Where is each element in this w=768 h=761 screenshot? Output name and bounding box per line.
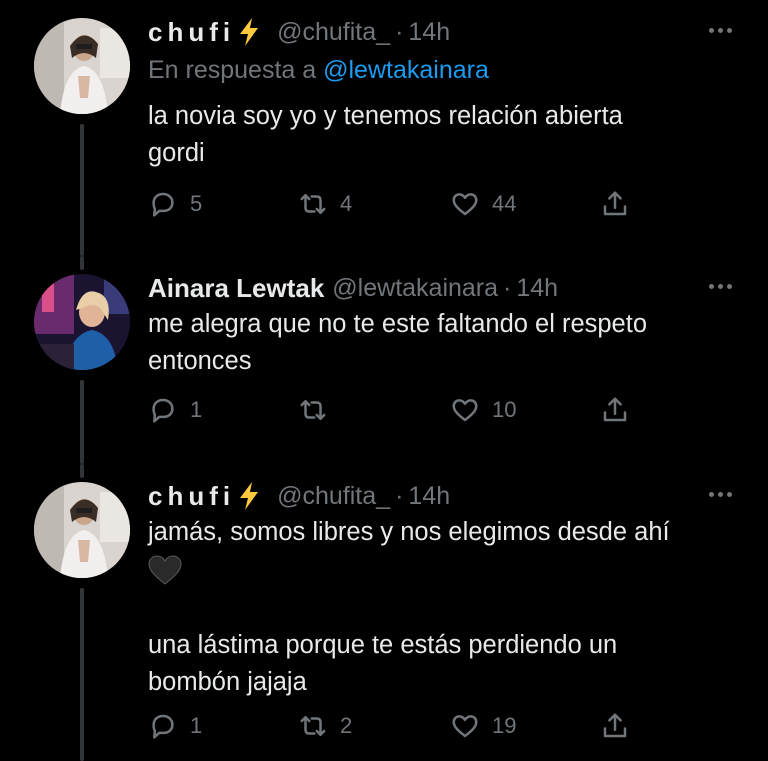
tweet-text-line: entonces <box>148 347 252 375</box>
like-count: 19 <box>492 713 517 738</box>
more-icon[interactable] <box>709 28 732 33</box>
tweet-1[interactable]: chufi @chufita_ · 14h En respuesta a @le… <box>0 0 768 256</box>
thread-line <box>80 380 84 464</box>
thread-line <box>80 256 84 270</box>
tweet-text: la novia soy yo y tenemos relación abier… <box>148 98 738 172</box>
like-icon <box>452 715 478 738</box>
thread-line <box>80 464 84 478</box>
reply-context: En respuesta a @lewtakainara <box>148 56 489 85</box>
tweet-actions: 5 4 44 <box>148 184 648 224</box>
tweet-text: jamás, somos libres y nos elegimos desde… <box>148 514 738 701</box>
share-icon <box>603 397 627 422</box>
share-icon <box>603 713 627 738</box>
like-icon <box>452 193 478 216</box>
tweet-header: Ainara Lewtak @lewtakainara · 14h <box>148 270 558 306</box>
like-button[interactable]: 19 <box>450 706 516 746</box>
tweet-text-line: gordi <box>148 139 205 167</box>
lightning-bolt-emoji-icon <box>237 481 261 511</box>
separator-dot: · <box>395 17 404 46</box>
tweet-text-line: la novia soy yo y tenemos relación abier… <box>148 102 623 130</box>
separator-dot: · <box>395 481 404 510</box>
reply-button[interactable]: 1 <box>148 706 202 746</box>
lightning-bolt-emoji-icon <box>237 17 261 47</box>
avatar-image <box>34 482 130 578</box>
avatar-image <box>34 18 130 114</box>
avatar[interactable] <box>34 482 130 578</box>
share-icon <box>603 191 627 216</box>
thread-line <box>80 124 84 256</box>
user-handle[interactable]: @chufita_ <box>277 18 390 47</box>
display-name[interactable]: Ainara Lewtak <box>148 273 324 304</box>
share-button[interactable] <box>600 184 630 224</box>
timestamp[interactable]: 14h <box>408 18 450 47</box>
reply-button[interactable]: 1 <box>148 390 202 430</box>
share-button[interactable] <box>600 390 630 430</box>
reply-icon <box>152 192 174 217</box>
tweet-actions: 1 10 <box>148 390 648 430</box>
user-handle[interactable]: @chufita_ <box>277 482 390 511</box>
retweet-button[interactable] <box>298 390 340 430</box>
tweet-header: chufi @chufita_ · 14h <box>148 478 450 514</box>
user-handle[interactable]: @lewtakainara <box>332 274 498 303</box>
separator-dot: · <box>503 273 512 302</box>
reply-button[interactable]: 5 <box>148 184 202 224</box>
reply-icon <box>152 714 174 739</box>
retweet-button[interactable]: 2 <box>298 706 352 746</box>
avatar[interactable] <box>34 274 130 370</box>
retweet-icon <box>300 716 326 736</box>
avatar-image <box>34 274 130 370</box>
tweet-actions: 1 2 19 <box>148 706 648 746</box>
tweet-header: chufi @chufita_ · 14h <box>148 14 450 50</box>
tweet-3[interactable]: chufi @chufita_ · 14h jamás, somos libre… <box>0 464 768 761</box>
more-icon[interactable] <box>709 284 732 289</box>
tweet-text: me alegra que no te este faltando el res… <box>148 306 738 380</box>
reply-count: 1 <box>190 397 203 422</box>
retweet-count: 4 <box>340 191 353 216</box>
reply-mention-link[interactable]: @lewtakainara <box>323 56 489 84</box>
thread-line <box>80 588 84 761</box>
tweet-2[interactable]: Ainara Lewtak @lewtakainara · 14h me ale… <box>0 256 768 464</box>
tweet-text-line: una lástima porque te estás perdiendo un <box>148 631 618 659</box>
like-count: 44 <box>492 191 517 216</box>
retweet-count: 2 <box>340 713 353 738</box>
tweet-text-line: jamás, somos libres y nos elegimos desde… <box>148 518 670 546</box>
retweet-icon <box>300 194 326 214</box>
display-name[interactable]: chufi <box>148 17 235 48</box>
retweet-icon <box>300 400 326 420</box>
like-icon <box>452 399 478 422</box>
share-button[interactable] <box>600 706 630 746</box>
like-button[interactable]: 10 <box>450 390 516 430</box>
tweet-text-line: me alegra que no te este faltando el res… <box>148 310 648 338</box>
timestamp[interactable]: 14h <box>408 482 450 511</box>
display-name[interactable]: chufi <box>148 481 235 512</box>
retweet-button[interactable]: 4 <box>298 184 352 224</box>
more-icon[interactable] <box>709 492 732 497</box>
reply-count: 5 <box>190 191 203 216</box>
avatar[interactable] <box>34 18 130 114</box>
black-heart-emoji-icon <box>148 551 738 591</box>
tweet-text-line: bombón jajaja <box>148 668 307 696</box>
reply-icon <box>152 398 174 423</box>
reply-count: 1 <box>190 713 203 738</box>
like-button[interactable]: 44 <box>450 184 516 224</box>
like-count: 10 <box>492 397 517 422</box>
reply-prefix: En respuesta a <box>148 56 317 84</box>
timestamp[interactable]: 14h <box>516 274 558 303</box>
